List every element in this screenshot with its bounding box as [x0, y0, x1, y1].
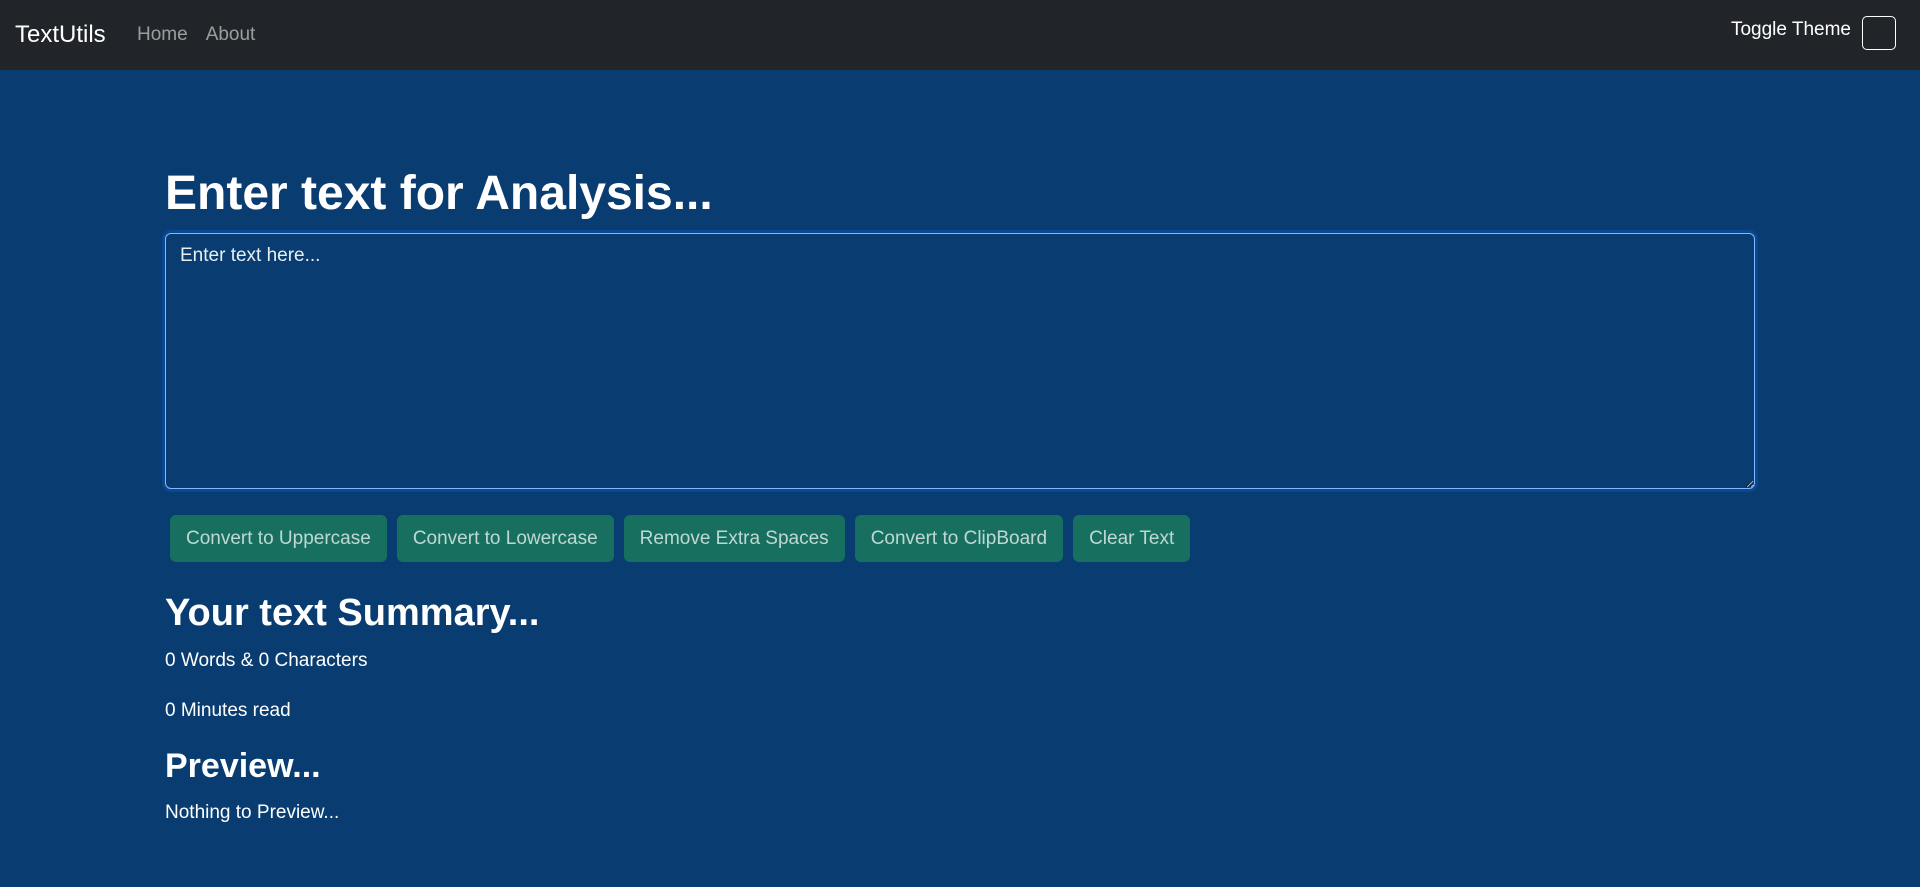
remove-spaces-button[interactable]: Remove Extra Spaces: [623, 515, 845, 562]
lowercase-button[interactable]: Convert to Lowercase: [396, 515, 614, 562]
nav-links: Home About: [137, 22, 255, 48]
action-buttons: Convert to Uppercase Convert to Lowercas…: [170, 515, 1191, 562]
uppercase-button[interactable]: Convert to Uppercase: [170, 515, 387, 562]
summary-heading: Your text Summary...: [165, 592, 540, 634]
nav-link-about[interactable]: About: [206, 22, 256, 48]
clear-text-button[interactable]: Clear Text: [1073, 515, 1191, 562]
theme-toggle-checkbox[interactable]: [1862, 16, 1896, 50]
navbar: TextUtils Home About Toggle Theme: [0, 0, 1920, 70]
page-title: Enter text for Analysis...: [165, 167, 713, 220]
copy-clipboard-button[interactable]: Convert to ClipBoard: [854, 515, 1064, 562]
nav-link-home[interactable]: Home: [137, 22, 188, 48]
preview-text: Nothing to Preview...: [165, 802, 340, 823]
preview-heading: Preview...: [165, 747, 321, 785]
reading-time: 0 Minutes read: [165, 698, 291, 724]
char-count: 0: [258, 650, 270, 671]
word-char-count: 0 Words & 0 Characters: [165, 648, 367, 674]
word-count: 0: [165, 650, 176, 671]
theme-toggle-label: Toggle Theme: [1730, 19, 1851, 40]
chars-label: Characters: [274, 650, 368, 671]
theme-toggle: Toggle Theme: [1731, 16, 1896, 50]
brand-link[interactable]: TextUtils: [15, 20, 106, 50]
minutes-count: 0: [165, 700, 176, 721]
words-label: Words &: [180, 650, 254, 671]
text-input[interactable]: [165, 233, 1755, 489]
minutes-label: Minutes read: [180, 700, 291, 721]
